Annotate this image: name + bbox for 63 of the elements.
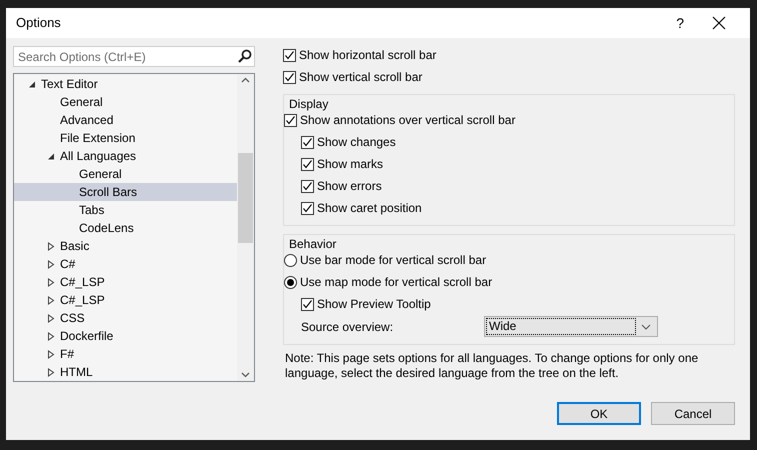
scroll-up-icon[interactable] [241, 77, 250, 83]
checkbox-label: Show annotations over vertical scroll bar [300, 112, 516, 129]
checkbox-label: Show changes [317, 134, 396, 151]
scroll-down-icon[interactable] [241, 372, 250, 378]
collapsed-arrow-icon[interactable] [46, 278, 54, 286]
tree-item[interactable]: General [14, 93, 237, 111]
tree-item[interactable]: Tabs [14, 201, 237, 219]
collapsed-arrow-icon[interactable] [46, 296, 54, 304]
cancel-button[interactable]: Cancel [651, 402, 735, 425]
checkbox[interactable] [301, 136, 314, 148]
tree-item[interactable]: General [14, 165, 237, 183]
checkbox[interactable] [283, 70, 296, 84]
tree-item[interactable]: C#_LSP [14, 291, 237, 309]
expanded-arrow-icon[interactable] [28, 80, 36, 88]
search-icon [238, 49, 252, 63]
tree-item[interactable]: Text Editor [14, 75, 237, 93]
radio-button[interactable] [284, 254, 297, 266]
dropdown[interactable]: Wide [484, 316, 658, 337]
help-button[interactable]: ? [662, 12, 698, 34]
search-field[interactable]: Search Options (Ctrl+E) [13, 46, 255, 67]
checkbox[interactable] [283, 48, 296, 62]
group-title: Display [287, 97, 330, 111]
checkbox-label: Show marks [317, 156, 384, 173]
window-title: Options [16, 14, 62, 32]
checkbox[interactable] [301, 202, 314, 214]
field-label: Source overview: [301, 318, 394, 336]
collapsed-arrow-icon[interactable] [46, 260, 54, 268]
radio-button[interactable] [284, 276, 297, 288]
collapsed-arrow-icon[interactable] [46, 242, 54, 250]
radio-label: Use bar mode for vertical scroll bar [300, 252, 486, 269]
tree-item[interactable]: Basic [14, 237, 237, 255]
tree-item[interactable]: C# [14, 255, 237, 273]
tree-item[interactable]: Dockerfile [14, 327, 237, 345]
checkbox-label: Show vertical scroll bar [299, 69, 422, 86]
tree-item[interactable]: Advanced [14, 111, 237, 129]
collapsed-arrow-icon[interactable] [46, 332, 54, 340]
tree-item[interactable]: HTML [14, 363, 237, 381]
checkbox-label: Show Preview Tooltip [317, 296, 431, 313]
note-text: Note: This page sets options for all languages. To change options for only one language, select the desired language from the tree on the left. [285, 351, 700, 381]
tree-item[interactable]: CodeLens [14, 219, 237, 237]
checkbox-label: Show horizontal scroll bar [299, 47, 436, 64]
ok-button[interactable]: OK [557, 402, 641, 425]
expanded-arrow-icon[interactable] [46, 152, 54, 160]
close-icon [712, 16, 726, 30]
checkbox-label: Show caret position [317, 200, 422, 217]
collapsed-arrow-icon[interactable] [46, 368, 54, 376]
scrollbar-thumb[interactable] [238, 152, 253, 242]
tree-item[interactable]: C#_LSP [14, 273, 237, 291]
collapsed-arrow-icon[interactable] [46, 350, 54, 358]
checkbox-label: Show errors [317, 178, 382, 195]
tree-item[interactable]: All Languages [14, 147, 237, 165]
group-title: Behavior [287, 237, 338, 251]
tree-item[interactable]: File Extension [14, 129, 237, 147]
tree-item[interactable]: CSS [14, 309, 237, 327]
tree-item[interactable]: F# [14, 345, 237, 363]
radio-label: Use map mode for vertical scroll bar [300, 274, 492, 291]
checkbox[interactable] [301, 180, 314, 192]
checkbox[interactable] [301, 158, 314, 170]
scrollbar[interactable] [237, 74, 254, 381]
collapsed-arrow-icon[interactable] [46, 314, 54, 322]
checkbox[interactable] [284, 114, 297, 126]
tree-item[interactable]: Scroll Bars [14, 183, 237, 201]
checkbox[interactable] [301, 298, 314, 310]
